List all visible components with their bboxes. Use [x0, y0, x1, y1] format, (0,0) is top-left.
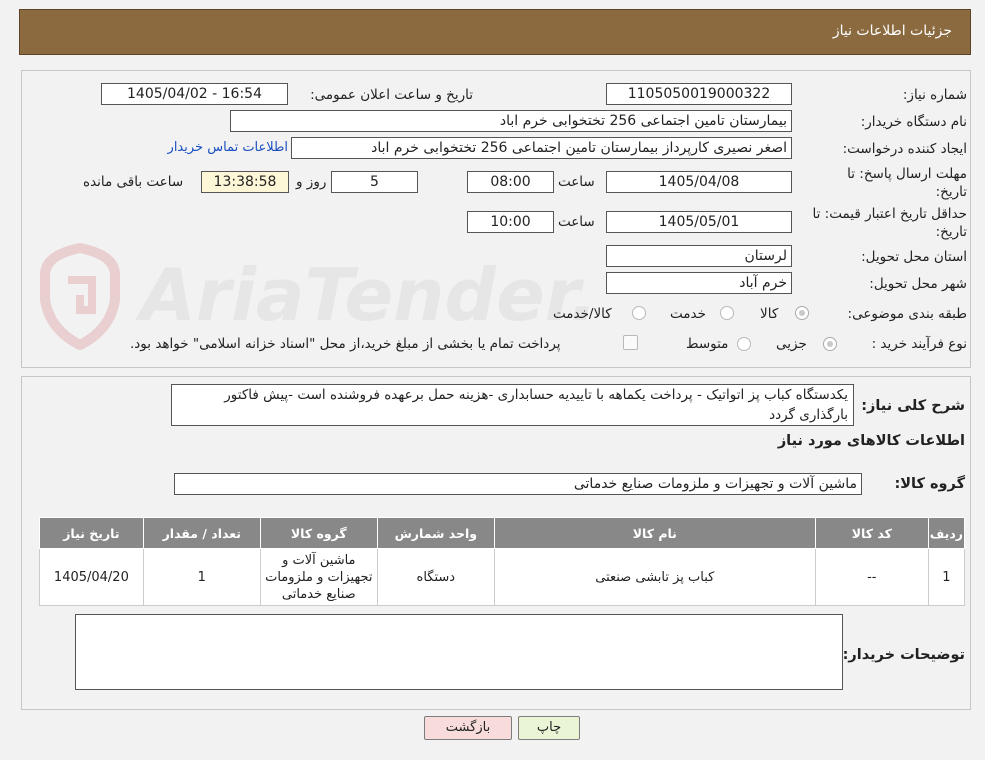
category-goods-service-radio[interactable] — [632, 306, 646, 320]
deadline-date-field: 1405/04/08 — [606, 171, 792, 193]
city-label: شهر محل تحویل: — [869, 276, 967, 292]
treasury-payment-checkbox[interactable] — [623, 335, 638, 350]
city-field: خرم آباد — [606, 272, 792, 294]
buyer-org-field: بیمارستان تامین اجتماعی 256 تختخوابی خرم… — [230, 110, 792, 132]
table-header-row: ردیف کد کالا نام کالا واحد شمارش گروه کا… — [39, 517, 966, 549]
requester-field: اصغر نصیری کارپرداز بیمارستان تامین اجتم… — [291, 137, 792, 159]
days-remaining-field: 5 — [331, 171, 418, 193]
cell-date: 1405/04/20 — [39, 548, 144, 606]
cell-code: -- — [814, 548, 929, 606]
cell-group: ماشین آلات و تجهیزات و ملزومات صنایع خدم… — [259, 548, 378, 606]
process-minor-radio[interactable] — [823, 337, 837, 351]
process-medium-radio[interactable] — [737, 337, 751, 351]
validity-date-field: 1405/05/01 — [606, 211, 792, 233]
cell-name: کباب پز تابشی صنعتی — [493, 548, 816, 606]
col-unit-header: واحد شمارش — [376, 517, 495, 549]
page-title: جزئیات اطلاعات نیاز — [832, 23, 952, 39]
items-table: ردیف کد کالا نام کالا واحد شمارش گروه کا… — [39, 517, 966, 606]
requester-label: ایجاد کننده درخواست: — [842, 141, 967, 157]
process-label: نوع فرآیند خرید : — [871, 336, 967, 352]
treasury-payment-note: پرداخت تمام یا بخشی از مبلغ خرید،از محل … — [130, 336, 561, 352]
deadline-label-2: تاریخ: — [935, 184, 967, 200]
remaining-time-field: 13:38:58 — [201, 171, 289, 193]
category-goods-service-label: کالا/خدمت — [553, 306, 612, 322]
buyer-notes-label: توضیحات خریدار: — [842, 647, 965, 663]
goods-info-title: اطلاعات کالاهای مورد نیاز — [777, 433, 965, 449]
col-name-header: نام کالا — [493, 517, 816, 549]
validity-label: حداقل تاریخ اعتبار قیمت: تا — [812, 206, 967, 222]
buyer-contact-link[interactable]: اطلاعات تماس خریدار — [168, 140, 288, 155]
buyer-notes-textarea[interactable] — [75, 614, 843, 690]
page-header: جزئیات اطلاعات نیاز — [19, 9, 971, 55]
need-number-field: 1105050019000322 — [606, 83, 792, 105]
validity-time-label: ساعت — [558, 214, 595, 230]
description-label: شرح کلی نیاز: — [861, 398, 965, 414]
col-code-header: کد کالا — [814, 517, 929, 549]
deadline-label: مهلت ارسال پاسخ: تا — [847, 166, 967, 182]
validity-label-2: تاریخ: — [935, 224, 967, 240]
cell-unit: دستگاه — [376, 548, 495, 606]
remaining-label: ساعت باقی مانده — [83, 174, 184, 190]
table-row: 1 -- کباب پز تابشی صنعتی دستگاه ماشین آل… — [39, 548, 966, 606]
print-button[interactable]: چاپ — [518, 716, 580, 740]
need-number-label: شماره نیاز: — [902, 87, 967, 103]
col-group-header: گروه کالا — [259, 517, 378, 549]
goods-group-label: گروه کالا: — [894, 476, 965, 492]
cell-qty: 1 — [142, 548, 261, 606]
description-text: یکدستگاه کباب پز اتواتیک - پرداخت یکماهه… — [224, 387, 848, 423]
province-field: لرستان — [606, 245, 792, 267]
cell-row: 1 — [927, 548, 966, 606]
category-goods-label: کالا — [760, 306, 779, 322]
category-goods-radio[interactable] — [795, 306, 809, 320]
validity-time-field: 10:00 — [467, 211, 554, 233]
col-qty-header: تعداد / مقدار — [142, 517, 261, 549]
col-row-header: ردیف — [927, 517, 966, 549]
announce-datetime-field: 1405/04/02 - 16:54 — [101, 83, 288, 105]
days-label: روز و — [296, 174, 327, 190]
process-medium-label: متوسط — [686, 336, 729, 352]
process-minor-label: جزیی — [776, 336, 807, 352]
goods-group-field: ماشین آلات و تجهیزات و ملزومات صنایع خدم… — [174, 473, 862, 495]
province-label: استان محل تحویل: — [861, 249, 967, 265]
col-date-header: تاریخ نیاز — [39, 517, 144, 549]
category-service-label: خدمت — [670, 306, 706, 322]
deadline-time-field: 08:00 — [467, 171, 554, 193]
announce-label: تاریخ و ساعت اعلان عمومی: — [310, 87, 473, 103]
category-label: طبقه بندی موضوعی: — [847, 306, 967, 322]
category-service-radio[interactable] — [720, 306, 734, 320]
deadline-time-label: ساعت — [558, 174, 595, 190]
description-textarea[interactable]: یکدستگاه کباب پز اتواتیک - پرداخت یکماهه… — [171, 384, 854, 426]
back-button[interactable]: بازگشت — [424, 716, 512, 740]
buyer-org-label: نام دستگاه خریدار: — [860, 114, 967, 130]
